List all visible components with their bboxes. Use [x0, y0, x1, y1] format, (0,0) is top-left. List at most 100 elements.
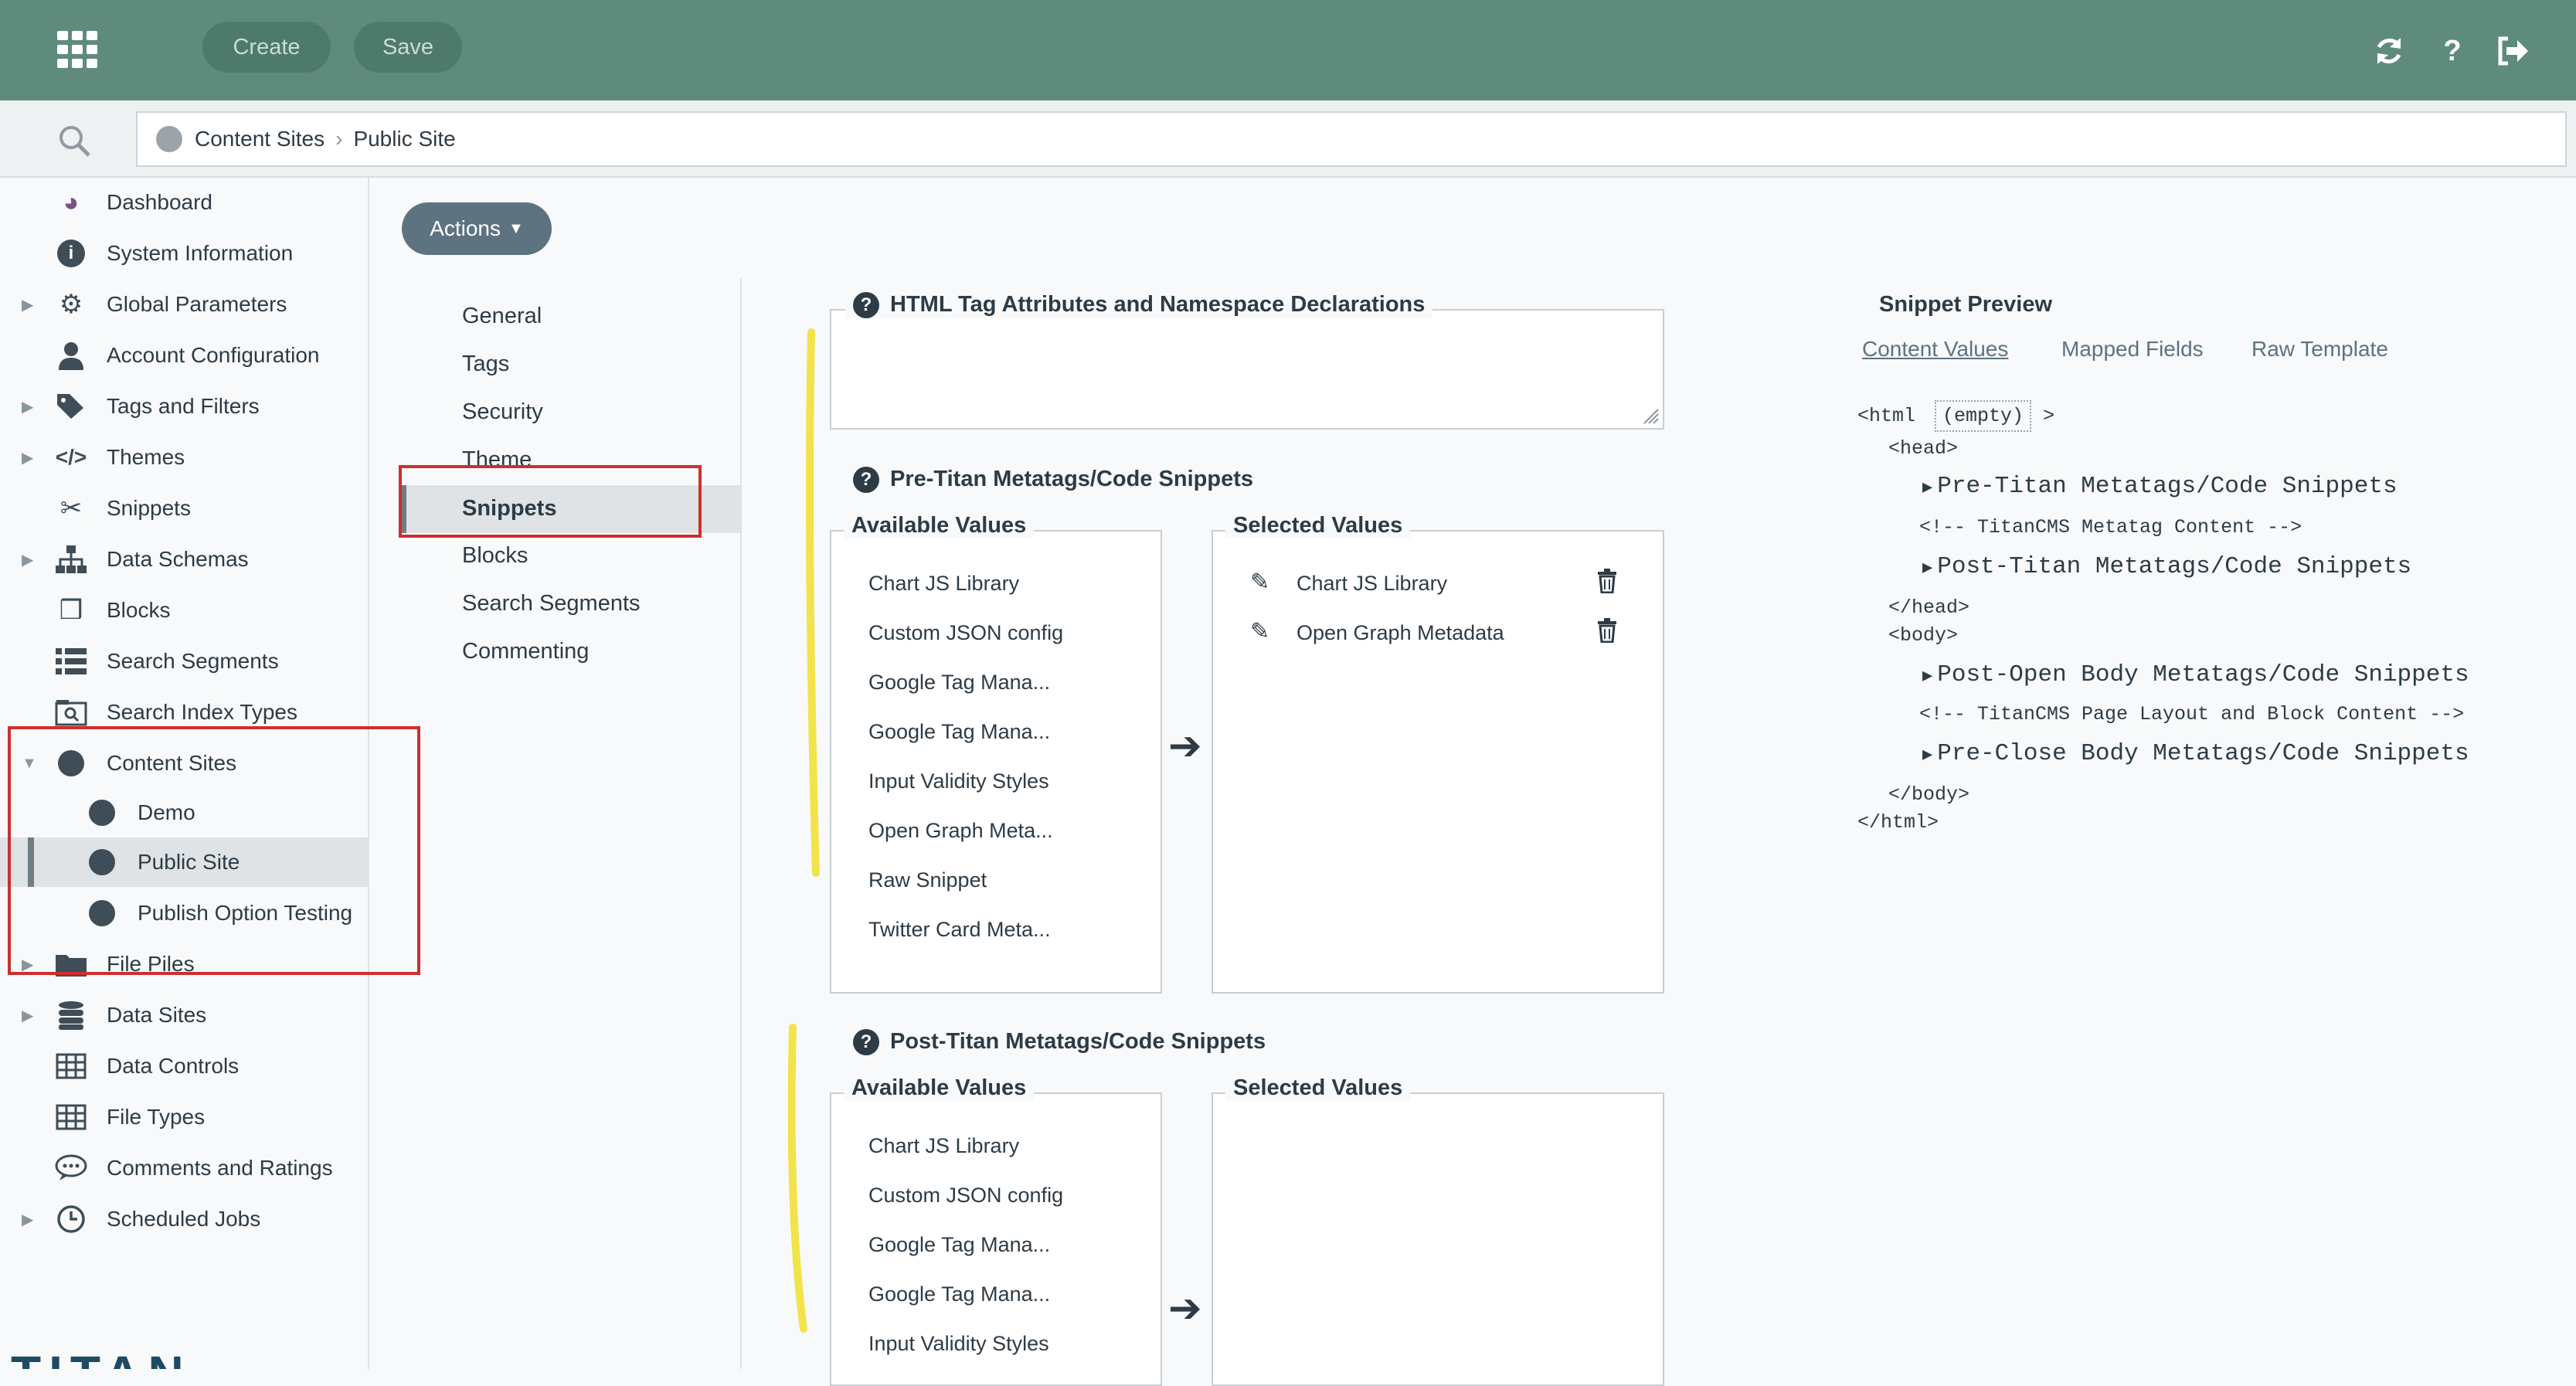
- create-button[interactable]: Create: [202, 22, 331, 73]
- expand-triangle-icon: ▶: [1922, 667, 1933, 686]
- post-titan-section-title: ? Post-Titan Metatags/Code Snippets: [853, 1029, 1266, 1056]
- list-item[interactable]: Google Tag Mana...: [868, 720, 1050, 744]
- clock-icon: [54, 1202, 88, 1236]
- sidebar-item-global-parameters[interactable]: ▶ ⚙ Global Parameters: [0, 280, 369, 329]
- list-item[interactable]: Custom JSON config: [868, 621, 1063, 645]
- logout-icon[interactable]: [2493, 31, 2533, 71]
- sidebar-item-tags-and-filters[interactable]: ▶ Tags and Filters: [0, 382, 369, 431]
- expand-caret-icon[interactable]: ▶: [22, 295, 33, 314]
- sidebar-item-scheduled-jobs[interactable]: ▶ Scheduled Jobs: [0, 1194, 369, 1244]
- preview-tab-content-values[interactable]: Content Values: [1862, 337, 2008, 362]
- preview-post-titan-toggle[interactable]: ▶ Post-Titan Metatags/Code Snippets: [1922, 553, 2411, 580]
- list-item[interactable]: Open Graph Meta...: [868, 819, 1053, 843]
- list-item[interactable]: Google Tag Mana...: [868, 671, 1050, 695]
- empty-value-badge: (empty): [1935, 400, 2032, 432]
- available-values-legend: Available Values: [844, 1075, 1035, 1101]
- pencil-icon[interactable]: ✎: [1250, 618, 1269, 645]
- breadcrumb-item-public-site[interactable]: Public Site: [353, 127, 455, 151]
- sidebar-item-file-types[interactable]: File Types: [0, 1092, 369, 1142]
- expand-triangle-icon: ▶: [1922, 559, 1933, 578]
- list-item[interactable]: Google Tag Mana...: [868, 1233, 1050, 1257]
- tabs-divider: [740, 278, 742, 1369]
- move-right-arrow-icon[interactable]: ➔: [1168, 1286, 1202, 1332]
- breadcrumb: Content Sites › Public Site: [136, 111, 2567, 167]
- preview-tab-mapped-fields[interactable]: Mapped Fields: [2061, 337, 2204, 362]
- list-item[interactable]: Custom JSON config: [868, 1184, 1063, 1208]
- actions-dropdown-button[interactable]: Actions ▼: [402, 202, 552, 255]
- tab-tags[interactable]: Tags: [462, 352, 509, 377]
- resize-handle-icon[interactable]: [1641, 406, 1660, 425]
- html-attributes-legend: ? HTML Tag Attributes and Namespace Decla…: [845, 292, 1433, 319]
- post-titan-available-list[interactable]: Chart JS Library Custom JSON config Goog…: [830, 1092, 1162, 1386]
- apps-grid-icon[interactable]: [56, 28, 99, 71]
- move-right-arrow-icon[interactable]: ➔: [1168, 723, 1202, 769]
- comment-icon: [54, 1151, 88, 1185]
- table-icon: [54, 1100, 88, 1134]
- list-item[interactable]: Google Tag Mana...: [868, 1282, 1050, 1306]
- help-icon[interactable]: ?: [853, 1029, 879, 1056]
- info-icon: i: [54, 236, 88, 270]
- selected-item[interactable]: ✎ Chart JS Library: [1213, 564, 1663, 604]
- database-icon: [54, 998, 88, 1032]
- pre-titan-selected-list[interactable]: ✎ Chart JS Library ✎ Open Graph Metadata: [1212, 530, 1664, 994]
- pre-titan-available-list[interactable]: Chart JS Library Custom JSON config Goog…: [830, 530, 1162, 994]
- expand-caret-icon[interactable]: ▶: [22, 397, 33, 416]
- table-icon: [54, 1049, 88, 1083]
- cubes-icon: ❒: [59, 596, 83, 625]
- save-button[interactable]: Save: [354, 22, 462, 73]
- pencil-icon[interactable]: ✎: [1250, 569, 1269, 596]
- help-icon[interactable]: ?: [2432, 31, 2472, 71]
- list-item[interactable]: Input Validity Styles: [868, 1332, 1049, 1356]
- user-icon: [54, 338, 88, 372]
- sidebar-item-dashboard[interactable]: ◕ Dashboard: [0, 178, 369, 227]
- tab-security[interactable]: Security: [462, 399, 543, 425]
- html-attributes-textarea[interactable]: [830, 309, 1664, 430]
- help-icon[interactable]: ?: [853, 467, 879, 494]
- expand-caret-icon[interactable]: ▶: [22, 550, 33, 569]
- list-item[interactable]: Raw Snippet: [868, 868, 987, 892]
- code-icon: </>: [55, 445, 87, 469]
- sidebar-item-data-schemas[interactable]: ▶ Data Schemas: [0, 535, 369, 584]
- preview-html-open: <html (empty) >: [1857, 400, 2054, 432]
- tab-search-segments[interactable]: Search Segments: [462, 591, 641, 617]
- sidebar-item-data-sites[interactable]: ▶ Data Sites: [0, 990, 369, 1040]
- expand-caret-icon[interactable]: ▶: [22, 1210, 33, 1229]
- search-icon[interactable]: [57, 124, 91, 158]
- preview-tab-raw-template[interactable]: Raw Template: [2251, 337, 2388, 362]
- preview-body-close: </body>: [1888, 783, 1970, 806]
- annotation-highlight-box: [8, 726, 420, 975]
- tab-blocks[interactable]: Blocks: [462, 543, 528, 569]
- preview-head-open: <head>: [1888, 437, 1959, 460]
- post-titan-selected-list[interactable]: [1212, 1092, 1664, 1386]
- breadcrumb-item-content-sites[interactable]: Content Sites: [195, 127, 325, 151]
- trash-icon[interactable]: [1596, 618, 1618, 647]
- list-item[interactable]: Twitter Card Meta...: [868, 918, 1051, 942]
- refresh-icon[interactable]: [2369, 31, 2409, 71]
- sidebar-item-comments-and-ratings[interactable]: Comments and Ratings: [0, 1143, 369, 1193]
- list-item[interactable]: Chart JS Library: [868, 572, 1019, 596]
- expand-caret-icon[interactable]: ▶: [22, 1006, 33, 1025]
- globe-icon: [156, 126, 182, 152]
- sidebar-item-search-segments[interactable]: Search Segments: [0, 637, 369, 686]
- tab-commenting[interactable]: Commenting: [462, 639, 589, 664]
- gears-icon: ⚙: [59, 290, 83, 319]
- preview-pre-titan-toggle[interactable]: ▶ Pre-Titan Metatags/Code Snippets: [1922, 473, 2398, 500]
- tab-general[interactable]: General: [462, 304, 542, 329]
- help-icon[interactable]: ?: [853, 292, 879, 319]
- sidebar-item-themes[interactable]: ▶ </> Themes: [0, 433, 369, 482]
- list-item[interactable]: Chart JS Library: [868, 1134, 1019, 1158]
- sidebar-item-system-information[interactable]: i System Information: [0, 229, 369, 278]
- expand-triangle-icon: ▶: [1922, 478, 1933, 498]
- preview-pre-close-body-toggle[interactable]: ▶ Pre-Close Body Metatags/Code Snippets: [1922, 740, 2469, 767]
- preview-post-open-body-toggle[interactable]: ▶ Post-Open Body Metatags/Code Snippets: [1922, 661, 2469, 688]
- list-item[interactable]: Input Validity Styles: [868, 769, 1049, 793]
- sidebar-item-data-controls[interactable]: Data Controls: [0, 1041, 369, 1091]
- expand-caret-icon[interactable]: ▶: [22, 448, 33, 467]
- sidebar-item-snippets[interactable]: ✂ Snippets: [0, 484, 369, 533]
- preview-layout-comment: <!-- TitanCMS Page Layout and Block Cont…: [1919, 703, 2465, 725]
- dashboard-icon: ◕: [63, 187, 80, 217]
- sidebar-item-account-configuration[interactable]: Account Configuration: [0, 331, 369, 380]
- trash-icon[interactable]: [1596, 569, 1618, 597]
- sidebar-item-blocks[interactable]: ❒ Blocks: [0, 586, 369, 635]
- selected-item[interactable]: ✎ Open Graph Metadata: [1213, 613, 1663, 654]
